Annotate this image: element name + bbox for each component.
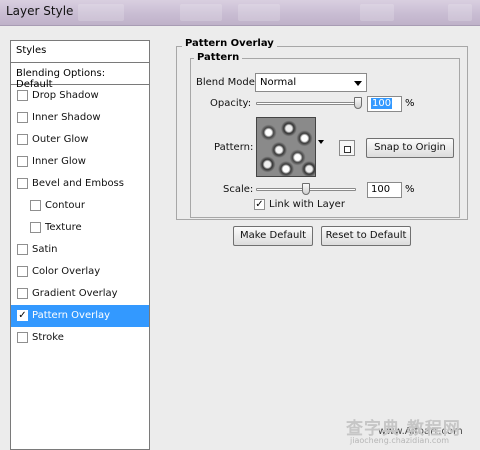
blend-mode-select[interactable]: Normal <box>255 73 367 92</box>
pattern-swatch[interactable] <box>256 117 316 177</box>
link-with-layer-label: Link with Layer <box>269 199 345 210</box>
opacity-input[interactable]: 100 <box>367 96 402 112</box>
opacity-slider-track[interactable] <box>256 102 362 105</box>
style-item-label: Gradient Overlay <box>32 288 118 299</box>
opacity-slider-thumb[interactable] <box>354 97 362 109</box>
style-item-gradient-overlay[interactable]: Gradient Overlay <box>11 283 149 305</box>
opacity-label: Opacity: <box>210 98 252 109</box>
opacity-value: 100 <box>371 98 393 109</box>
style-checkbox[interactable] <box>17 178 28 189</box>
style-item-label: Pattern Overlay <box>32 310 111 321</box>
watermark-site-url: jiaocheng.chazidian.com <box>350 436 450 445</box>
style-item-stroke[interactable]: Stroke <box>11 327 149 349</box>
pattern-label: Pattern: <box>214 142 254 153</box>
blending-options-item[interactable]: Blending Options: Default <box>11 63 149 90</box>
style-item-label: Bevel and Emboss <box>32 178 124 189</box>
style-item-contour[interactable]: Contour <box>11 195 149 217</box>
style-item-label: Texture <box>45 222 82 233</box>
style-checkbox[interactable] <box>17 112 28 123</box>
style-item-label: Stroke <box>32 332 64 343</box>
style-checkbox[interactable] <box>17 288 28 299</box>
style-checkbox[interactable] <box>30 222 41 233</box>
link-with-layer-checkbox[interactable]: ✓ <box>254 199 265 210</box>
styles-panel: Styles Blending Options: Default Drop Sh… <box>10 40 150 450</box>
make-default-button[interactable]: Make Default <box>233 226 313 246</box>
style-checkbox[interactable] <box>17 266 28 277</box>
style-item-label: Outer Glow <box>32 134 89 145</box>
background-toolbar-ghost <box>360 4 394 21</box>
snap-to-origin-button[interactable]: Snap to Origin <box>366 138 454 158</box>
background-toolbar-ghost <box>448 4 472 21</box>
style-item-inner-shadow[interactable]: Inner Shadow <box>11 107 149 129</box>
style-item-outer-glow[interactable]: Outer Glow <box>11 129 149 151</box>
background-toolbar-ghost <box>180 4 222 21</box>
style-checkbox[interactable] <box>30 200 41 211</box>
style-item-label: Contour <box>45 200 85 211</box>
scale-unit: % <box>405 184 415 195</box>
chevron-down-icon <box>354 81 362 86</box>
style-item-label: Satin <box>32 244 58 255</box>
title-bar: Layer Style <box>0 0 480 26</box>
scale-label: Scale: <box>223 184 254 195</box>
style-item-bevel-and-emboss[interactable]: Bevel and Emboss <box>11 173 149 195</box>
blend-mode-value: Normal <box>260 77 297 88</box>
style-item-pattern-overlay[interactable]: ✓ Pattern Overlay <box>11 305 149 327</box>
window-title: Layer Style <box>6 4 74 18</box>
style-item-label: Inner Glow <box>32 156 86 167</box>
style-checkbox[interactable] <box>17 244 28 255</box>
group-title: Pattern <box>194 52 243 63</box>
style-item-texture[interactable]: Texture <box>11 217 149 239</box>
styles-header[interactable]: Styles <box>11 41 149 63</box>
scale-slider-thumb[interactable] <box>302 183 310 195</box>
style-item-inner-glow[interactable]: Inner Glow <box>11 151 149 173</box>
blend-mode-label: Blend Mode: <box>196 77 259 88</box>
reset-to-default-button[interactable]: Reset to Default <box>321 226 411 246</box>
style-item-satin[interactable]: Satin <box>11 239 149 261</box>
pattern-dropdown-icon[interactable] <box>318 140 324 144</box>
style-item-color-overlay[interactable]: Color Overlay <box>11 261 149 283</box>
new-preset-icon[interactable] <box>339 140 355 156</box>
style-checkbox[interactable] <box>17 134 28 145</box>
style-checkbox[interactable] <box>17 156 28 167</box>
scale-input[interactable]: 100 <box>367 182 402 198</box>
background-toolbar-ghost <box>238 4 280 21</box>
style-checkbox[interactable] <box>17 332 28 343</box>
style-checkbox[interactable]: ✓ <box>17 310 28 321</box>
section-title: Pattern Overlay <box>182 38 277 49</box>
opacity-unit: % <box>405 98 415 109</box>
style-item-label: Drop Shadow <box>32 90 99 101</box>
style-checkbox[interactable] <box>17 90 28 101</box>
style-item-label: Inner Shadow <box>32 112 101 123</box>
style-item-label: Color Overlay <box>32 266 101 277</box>
style-list: Drop Shadow Inner Shadow Outer Glow Inner G… <box>11 85 149 349</box>
background-toolbar-ghost <box>78 4 124 21</box>
